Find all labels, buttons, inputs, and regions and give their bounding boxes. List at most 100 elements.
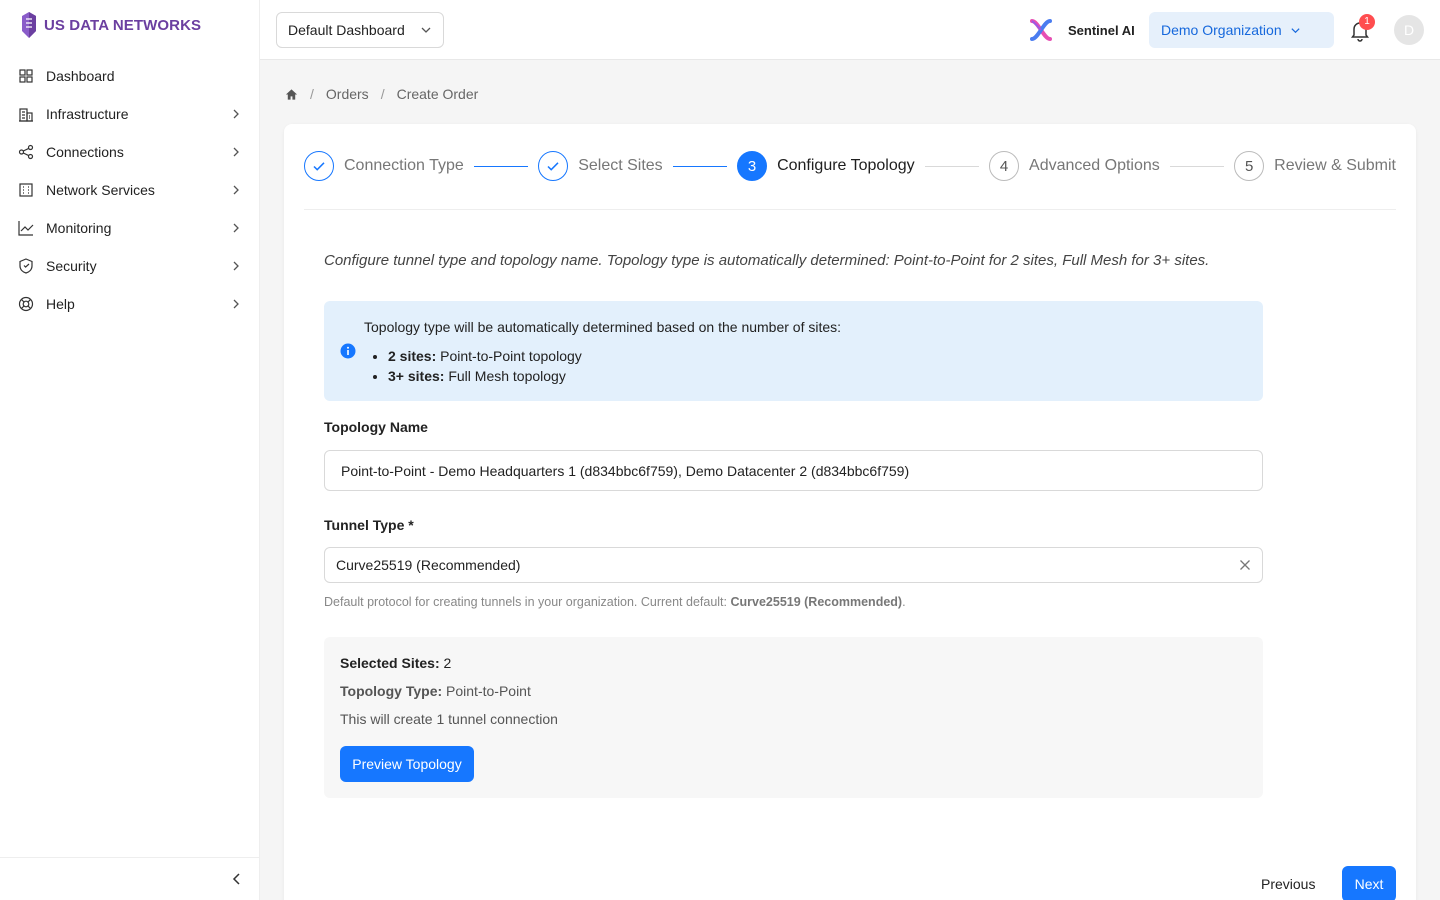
preview-topology-button[interactable]: Preview Topology xyxy=(340,746,474,782)
top-header: Default Dashboard Sentinel AI Demo Organ… xyxy=(260,0,1440,60)
tunnel-type-value: Curve25519 (Recommended) xyxy=(336,557,521,573)
step-review-submit[interactable]: 5 Review & Submit xyxy=(1234,151,1396,181)
sidebar-item-security[interactable]: Security xyxy=(0,247,260,285)
dashboard-select-value: Default Dashboard xyxy=(288,22,405,38)
order-steps: Connection Type Select Sites 3 Configure… xyxy=(304,151,1396,181)
sidebar-item-label: Security xyxy=(46,258,97,274)
topology-name-input[interactable]: Point-to-Point - Demo Headquarters 1 (d8… xyxy=(324,450,1263,491)
breadcrumb-separator: / xyxy=(310,86,314,102)
summary-key: Topology Type: xyxy=(340,683,443,699)
sentinel-ai-label: Sentinel AI xyxy=(1068,22,1135,38)
step-advanced-options[interactable]: 4 Advanced Options xyxy=(989,151,1160,181)
share-nodes-icon xyxy=(18,144,34,160)
step-label: Select Sites xyxy=(578,157,663,174)
breadcrumb-item-create-order: Create Order xyxy=(396,86,479,102)
breadcrumb: / Orders / Create Order xyxy=(285,84,478,104)
next-button[interactable]: Next xyxy=(1342,866,1396,900)
sidebar-item-label: Help xyxy=(46,296,75,312)
step-number: 4 xyxy=(989,151,1020,181)
topology-name-value: Point-to-Point - Demo Headquarters 1 (d8… xyxy=(341,462,910,479)
step-select-sites[interactable]: Select Sites xyxy=(538,151,663,181)
brand-logo[interactable]: US DATA NETWORKS xyxy=(20,10,201,40)
step-label: Advanced Options xyxy=(1029,157,1160,174)
step-connector xyxy=(1169,165,1225,167)
sidebar-item-label: Dashboard xyxy=(46,68,115,84)
info-title: Topology type will be automatically dete… xyxy=(364,319,842,335)
summary-key: Selected Sites: xyxy=(340,655,440,671)
sidebar-item-infrastructure[interactable]: Infrastructure xyxy=(0,95,260,133)
sidebar-item-help[interactable]: Help xyxy=(0,285,260,323)
sidebar-item-network-services[interactable]: Network Services xyxy=(0,171,260,209)
sidebar-item-label: Monitoring xyxy=(46,220,112,236)
dashboard-select[interactable]: Default Dashboard xyxy=(276,12,444,48)
summary-value: 2 xyxy=(439,655,452,671)
list-item: 2 sites: Point-to-Point topology xyxy=(388,346,582,366)
chevron-right-icon xyxy=(233,261,239,271)
chevron-right-icon xyxy=(233,185,239,195)
lifebuoy-icon xyxy=(18,296,34,312)
sidebar: US DATA NETWORKS Dashboard Infrastructur… xyxy=(0,0,260,900)
list-item-key: 3+ sites: xyxy=(388,368,445,384)
home-icon[interactable] xyxy=(285,88,298,101)
check-icon xyxy=(538,151,569,181)
list-item-text: Point-to-Point topology xyxy=(436,348,582,364)
step-connector xyxy=(924,165,980,167)
tunnel-type-label: Tunnel Type * xyxy=(324,517,414,533)
clear-icon[interactable] xyxy=(1239,559,1251,571)
topology-info-alert: Topology type will be automatically dete… xyxy=(324,301,1263,401)
step-description: Configure tunnel type and topology name.… xyxy=(324,252,1210,269)
building-icon xyxy=(18,106,34,122)
tunnel-type-hint: Default protocol for creating tunnels in… xyxy=(324,595,906,609)
check-icon xyxy=(304,151,334,181)
grid-icon xyxy=(18,68,34,84)
chevron-right-icon xyxy=(233,223,239,233)
sentinel-ai-button[interactable]: Sentinel AI xyxy=(1028,16,1135,44)
list-item: 3+ sites: Full Mesh topology xyxy=(388,366,582,386)
divider xyxy=(304,209,1396,210)
step-connection-type[interactable]: Connection Type xyxy=(304,151,464,181)
summary-value: Point-to-Point xyxy=(442,683,531,699)
server-grid-icon xyxy=(18,182,34,198)
avatar[interactable]: D xyxy=(1394,15,1424,45)
shield-icon xyxy=(18,258,34,274)
breadcrumb-item-orders[interactable]: Orders xyxy=(326,86,369,102)
sidebar-item-connections[interactable]: Connections xyxy=(0,133,260,171)
logo-mark-icon xyxy=(22,12,36,38)
notification-badge: 1 xyxy=(1359,14,1375,30)
step-configure-topology[interactable]: 3 Configure Topology xyxy=(737,151,915,181)
info-icon xyxy=(340,343,356,359)
info-list: 2 sites: Point-to-Point topology 3+ site… xyxy=(388,346,582,386)
topology-name-label: Topology Name xyxy=(324,419,428,435)
step-label: Configure Topology xyxy=(777,157,915,174)
summary-type: Topology Type: Point-to-Point xyxy=(340,683,531,699)
chevron-right-icon xyxy=(233,147,239,157)
step-connector xyxy=(473,165,529,167)
line-chart-icon xyxy=(18,220,34,236)
step-label: Connection Type xyxy=(344,157,464,174)
list-item-text: Full Mesh topology xyxy=(444,368,566,384)
chevron-left-icon[interactable] xyxy=(230,872,244,886)
tunnel-type-select[interactable]: Curve25519 (Recommended) xyxy=(324,547,1263,583)
summary-note: This will create 1 tunnel connection xyxy=(340,711,558,727)
previous-button[interactable]: Previous xyxy=(1261,876,1315,892)
sidebar-item-label: Infrastructure xyxy=(46,106,129,122)
breadcrumb-separator: / xyxy=(380,86,385,102)
organization-select[interactable]: Demo Organization xyxy=(1149,12,1334,48)
chevron-down-icon xyxy=(421,27,431,33)
sidebar-nav: Dashboard Infrastructure Connections Net… xyxy=(0,57,260,323)
sentinel-ai-icon xyxy=(1030,19,1052,41)
sidebar-collapse xyxy=(0,857,260,900)
topology-summary: Selected Sites: 2 Topology Type: Point-t… xyxy=(324,637,1263,798)
hint-value: Curve25519 (Recommended) xyxy=(730,595,903,609)
create-order-card: Connection Type Select Sites 3 Configure… xyxy=(284,124,1416,900)
sidebar-item-label: Connections xyxy=(46,144,124,160)
step-number: 3 xyxy=(737,151,768,181)
sidebar-item-label: Network Services xyxy=(46,182,155,198)
list-item-key: 2 sites: xyxy=(388,348,437,364)
summary-sites: Selected Sites: 2 xyxy=(340,655,451,671)
organization-select-value: Demo Organization xyxy=(1161,22,1282,38)
sidebar-item-monitoring[interactable]: Monitoring xyxy=(0,209,260,247)
sidebar-item-dashboard[interactable]: Dashboard xyxy=(0,57,260,95)
step-connector xyxy=(672,165,728,167)
chevron-right-icon xyxy=(233,299,239,309)
